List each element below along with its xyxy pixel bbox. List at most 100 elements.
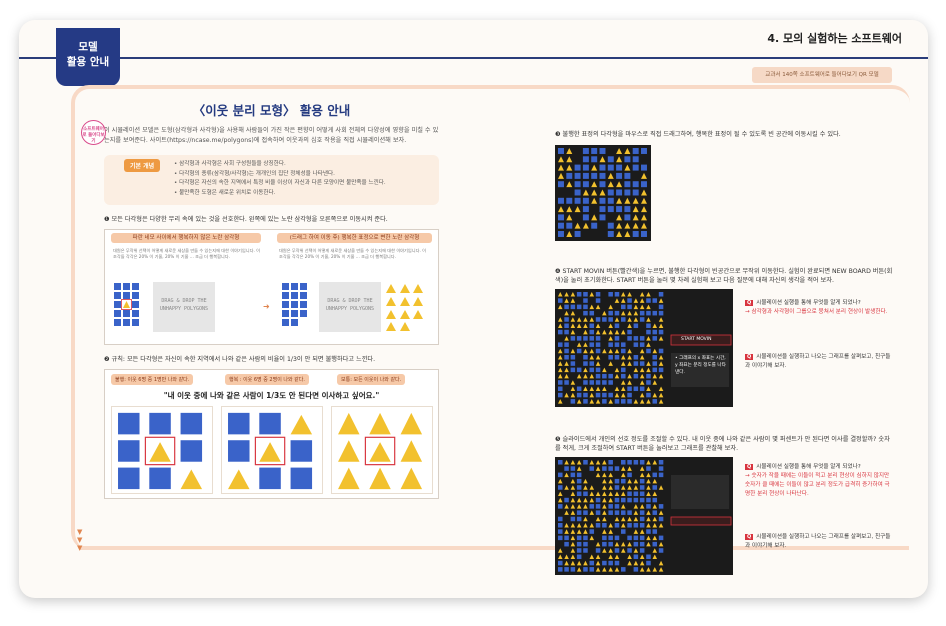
drag-area-left[interactable]: DRAG & DROP THE UNHAPPY POLYGONS (153, 282, 215, 332)
square-polygon (633, 342, 639, 347)
simulation-board-1[interactable] (555, 289, 733, 407)
square-polygon (574, 197, 581, 204)
square-polygon (658, 292, 664, 297)
square-polygon (614, 560, 620, 566)
square-polygon (576, 392, 582, 398)
answer-3: → 숫자가 작을 때에는 이들이 적고 분리 현상이 심하지 않지만 숫자가 클… (745, 473, 890, 497)
square-polygon (564, 329, 569, 335)
square-polygon (621, 497, 626, 503)
square-polygon (621, 510, 626, 515)
square-polygon (591, 172, 598, 179)
simulation-board-small[interactable] (555, 145, 651, 241)
question-icon: Q (745, 464, 754, 470)
square-polygon (633, 361, 639, 366)
square-polygon (616, 164, 623, 171)
square-polygon (633, 386, 639, 392)
square-polygon (602, 541, 607, 547)
square-polygon (583, 392, 588, 398)
square-polygon (652, 485, 658, 490)
question-icon: Q (745, 354, 754, 360)
square-polygon (614, 336, 620, 341)
square-polygon (607, 206, 614, 213)
square-polygon (608, 355, 613, 360)
square-polygon (589, 329, 595, 335)
square-polygon (627, 510, 632, 515)
square-polygon (639, 310, 645, 316)
square-polygon (595, 510, 601, 515)
figure-caption-left: 파란 네모 사이에서 행복하지 않은 노란 삼각형 (111, 233, 261, 243)
square-polygon (564, 380, 569, 385)
square-polygon (582, 197, 589, 204)
square-polygon (632, 189, 639, 196)
square-polygon (558, 535, 563, 541)
square-polygon (583, 491, 588, 497)
square-polygon (591, 156, 598, 163)
square-polygon (608, 310, 613, 316)
square-polygon (646, 298, 651, 303)
square-polygon (576, 348, 582, 354)
square-polygon (658, 460, 664, 465)
square-polygon (576, 554, 582, 560)
square-polygon (574, 231, 581, 237)
square-polygon (646, 529, 651, 534)
square-polygon (658, 367, 664, 373)
drag-area-right[interactable]: DRAG & DROP THE UNHAPPY POLYGONS (319, 282, 381, 332)
concept-item: 다각형의 종류(삼각형/사각형)는 개개인의 집단 정체성을 나타낸다. (174, 170, 431, 180)
square-polygon (595, 523, 601, 528)
square-polygon (627, 523, 632, 528)
square-polygon (589, 342, 595, 347)
square-polygon (627, 336, 632, 341)
square-polygon (641, 164, 647, 171)
square-polygon (639, 460, 645, 465)
square-polygon (633, 497, 639, 503)
square-polygon (599, 181, 606, 188)
simulation-board-2[interactable] (555, 457, 733, 575)
square-polygon (564, 342, 569, 347)
square-polygon (658, 535, 664, 541)
square-polygon (589, 567, 595, 572)
square-polygon (627, 392, 632, 398)
square-polygon (589, 504, 595, 509)
square-polygon (621, 399, 626, 404)
square-polygon (652, 510, 658, 515)
square-polygon (633, 460, 639, 465)
square-polygon (583, 380, 588, 385)
square-polygon (614, 399, 620, 404)
question-icon: Q (745, 300, 754, 306)
square-polygon (639, 361, 645, 366)
square-polygon (614, 323, 620, 329)
square-polygon (570, 399, 576, 404)
figure-caption-right: (드래그 하여 이동 후) 행복한 표정으로 변한 노란 삼각형 (277, 233, 432, 243)
square-polygon (599, 164, 606, 171)
square-polygon (652, 367, 658, 373)
answer-1: → 삼각형과 사각형이 그룹으로 뭉쳐서 분리 현상이 발생한다. (745, 309, 888, 315)
square-polygon (652, 298, 658, 303)
square-polygon (614, 510, 620, 515)
square-polygon (652, 541, 658, 547)
square-polygon (627, 298, 632, 303)
square-polygon (583, 361, 588, 366)
square-polygon (599, 214, 606, 221)
square-polygon (632, 231, 639, 237)
square-polygon (564, 567, 569, 572)
square-polygon (582, 206, 589, 213)
square-polygon (558, 386, 563, 392)
square-polygon (570, 567, 576, 572)
square-polygon (595, 548, 601, 553)
square-polygon (599, 206, 606, 213)
square-polygon (602, 466, 607, 471)
square-polygon (576, 485, 582, 490)
square-polygon (639, 485, 645, 490)
square-polygon (558, 523, 563, 528)
square-polygon (633, 523, 639, 528)
square-polygon (591, 222, 598, 229)
panel-happy (221, 406, 323, 494)
square-polygon (583, 304, 588, 310)
square-polygon (574, 181, 581, 188)
start-movin-button[interactable]: START MOVIN (681, 337, 711, 342)
square-polygon (591, 148, 598, 154)
square-polygon (624, 214, 631, 221)
square-polygon (646, 329, 651, 335)
question-3: Q 시뮬레이션 실행을 통해 무엇을 알게 되었나? → 숫자가 작을 때에는 이… (745, 463, 893, 499)
square-polygon (633, 336, 639, 341)
